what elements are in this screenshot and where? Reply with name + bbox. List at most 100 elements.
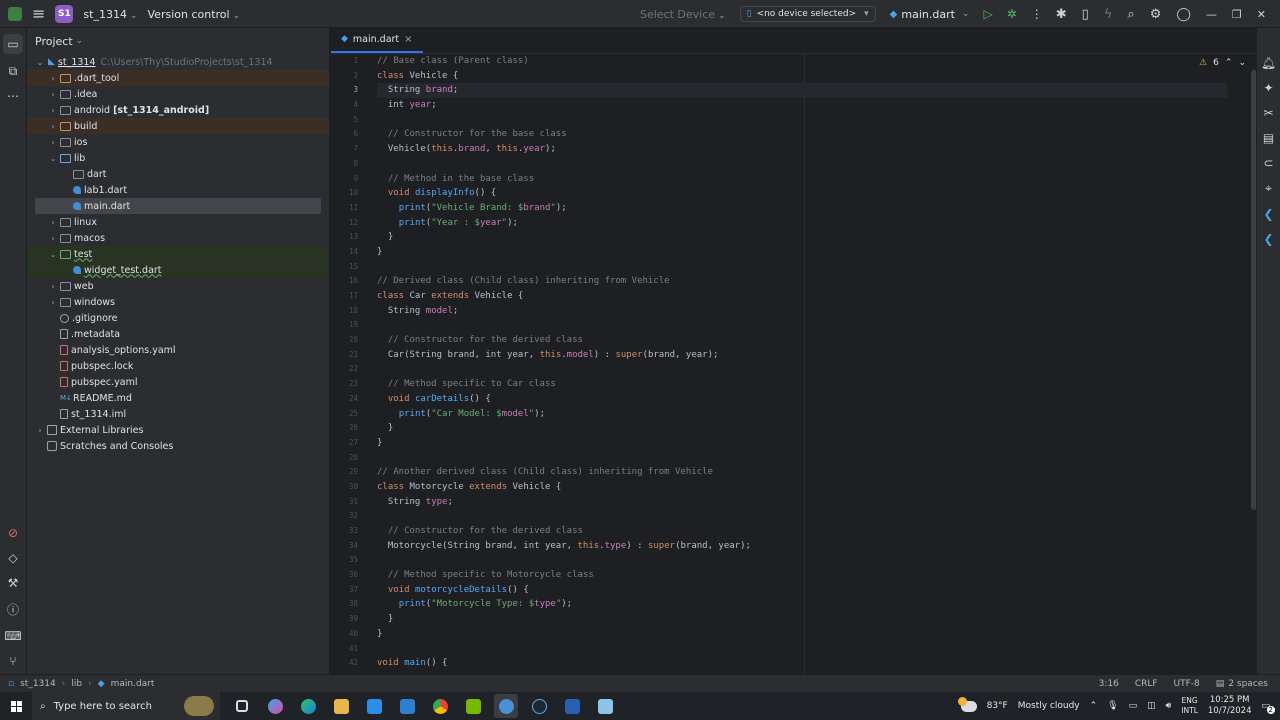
chevron-right-icon[interactable]: › [48, 74, 58, 83]
tree-item-main-dart[interactable]: main.dart [35, 198, 321, 214]
volume-icon[interactable]: 🔊︎ [1166, 701, 1172, 711]
select-device-dropdown[interactable]: Select Device ⌄ [640, 7, 726, 21]
tree-item-idea[interactable]: › .idea [27, 86, 329, 102]
clock[interactable]: 10:25 PM 10/7/2024 [1208, 695, 1252, 717]
tree-item-widget-test[interactable]: widget_test.dart [27, 262, 329, 278]
chevron-down-icon[interactable]: ⌄ [35, 58, 45, 67]
code-line[interactable] [377, 553, 1227, 568]
taskbar-search[interactable]: ⌕ Type here to search [32, 692, 220, 720]
minimize-button[interactable]: — [1206, 8, 1217, 21]
crumb-file[interactable]: main.dart [111, 679, 155, 689]
task-view-icon[interactable] [230, 694, 254, 718]
code-line[interactable]: void motorcycleDetails() { [377, 583, 1227, 598]
tree-item-pubspec-lock[interactable]: pubspec.lock [27, 358, 329, 374]
tree-item-analysis-options[interactable]: analysis_options.yaml [27, 342, 329, 358]
network-icon[interactable]: ◫ [1147, 701, 1156, 711]
project-badge[interactable]: S1 [55, 4, 74, 23]
tree-item-test[interactable]: ⌄ test [27, 246, 329, 262]
debug-icon[interactable]: ✲ [1007, 7, 1017, 21]
tree-item-iml[interactable]: st_1314.iml [27, 406, 329, 422]
code-line[interactable] [377, 362, 1227, 377]
app-icon[interactable] [593, 694, 617, 718]
gemini-icon[interactable]: ✦ [1263, 81, 1273, 95]
crumb-project[interactable]: st_1314 [20, 679, 56, 689]
more-actions-icon[interactable]: ⋮ [1031, 7, 1043, 21]
bug-icon[interactable]: ✱ [1056, 7, 1067, 22]
close-button[interactable]: ✕ [1257, 8, 1266, 21]
code-line[interactable] [377, 642, 1227, 657]
tree-item-metadata[interactable]: .metadata [27, 326, 329, 342]
tree-root[interactable]: ⌄ ◣ st_1314 C:\Users\Thy\StudioProjects\… [27, 54, 329, 70]
close-tab-icon[interactable]: × [404, 34, 412, 45]
mail-icon[interactable] [395, 694, 419, 718]
tree-item-dart-tool[interactable]: › .dart_tool [27, 70, 329, 86]
settings-gear-icon[interactable]: ⚙ [1150, 7, 1162, 22]
copilot-icon[interactable] [263, 694, 287, 718]
more-tools-icon[interactable]: ⋯ [7, 89, 19, 103]
code-line[interactable]: } [377, 436, 1227, 451]
project-tool-icon[interactable]: ▭ [3, 34, 23, 54]
steam-icon[interactable] [527, 694, 551, 718]
code-line[interactable] [377, 260, 1227, 275]
code-line[interactable] [377, 318, 1227, 333]
code-line[interactable]: } [377, 230, 1227, 245]
code-line[interactable]: // Method specific to Car class [377, 377, 1227, 392]
tree-item-ios[interactable]: › ios [27, 134, 329, 150]
code-line[interactable] [377, 157, 1227, 172]
code-line[interactable]: // Method specific to Motorcycle class [377, 568, 1227, 583]
chevron-down-icon[interactable]: ⌄ [48, 250, 58, 259]
problems-tool-icon[interactable]: ⓘ [7, 601, 19, 618]
search-icon[interactable]: ⌕ [1127, 7, 1134, 22]
code-line[interactable]: void displayInfo() { [377, 186, 1227, 201]
weather-temp[interactable]: 83°F [987, 701, 1008, 711]
code-line[interactable] [377, 451, 1227, 466]
chevron-right-icon[interactable]: › [48, 90, 58, 99]
code-line[interactable]: } [377, 421, 1227, 436]
tree-item-readme[interactable]: M↓ README.md [27, 390, 329, 406]
terminal-tool-icon[interactable]: ⌨ [4, 629, 21, 643]
code-line[interactable]: void main() { [377, 656, 1227, 671]
project-switcher[interactable]: st_1314 ⌄ [83, 7, 137, 21]
code-line[interactable] [377, 113, 1227, 128]
code-line[interactable]: class Car extends Vehicle { [377, 289, 1227, 304]
code-line[interactable]: // Constructor for the base class [377, 127, 1227, 142]
code-line[interactable]: int year; [377, 98, 1227, 113]
device-selector[interactable]: ▯ <no device selected> ▾ [739, 6, 876, 22]
vcs-menu[interactable]: Version control ⌄ [148, 7, 241, 21]
main-menu-icon[interactable]: ≡ [32, 4, 45, 23]
code-line[interactable] [377, 509, 1227, 524]
hot-reload-icon[interactable]: ϟ [1104, 7, 1113, 22]
code-area[interactable]: // Base class (Parent class) class Vehicl… [377, 54, 1227, 671]
weather-icon[interactable] [957, 696, 977, 712]
crumb-folder[interactable]: lib [71, 679, 82, 689]
code-line[interactable]: } [377, 627, 1227, 642]
start-button[interactable] [0, 700, 32, 712]
build-tool-icon[interactable]: ⚒ [8, 576, 19, 590]
tab-main-dart[interactable]: ◆ main.dart × [331, 27, 423, 53]
git-tool-icon[interactable]: ⑂ [9, 654, 16, 668]
tree-item-lab1[interactable]: lab1.dart [27, 182, 329, 198]
chevron-up-icon[interactable]: ⌃ [1090, 701, 1098, 711]
code-line[interactable]: // Constructor for the derived class [377, 524, 1227, 539]
code-line[interactable]: } [377, 612, 1227, 627]
chevron-right-icon[interactable]: › [48, 106, 58, 115]
android-studio-taskbar-icon[interactable] [494, 694, 518, 718]
tree-item-android[interactable]: › android [st_1314_android] [27, 102, 329, 118]
microphone-icon[interactable]: 🎙︎ [1107, 701, 1118, 711]
device-mirroring-icon[interactable]: ✂ [1263, 106, 1273, 120]
tree-item-lib[interactable]: ⌄ lib [27, 150, 329, 166]
tree-item-build[interactable]: › build [27, 118, 329, 134]
flutter-outline-icon[interactable]: ❮ [1263, 207, 1273, 221]
layout-inspector-icon[interactable]: ⌖ [1265, 181, 1272, 196]
code-line[interactable]: Vehicle(this.brand, this.year); [377, 142, 1227, 157]
notifications-icon[interactable]: 🔔︎ [1261, 56, 1276, 70]
next-highlight-icon[interactable]: ⌄ [1238, 58, 1246, 68]
chevron-right-icon[interactable]: › [48, 282, 58, 291]
edge-icon[interactable] [296, 694, 320, 718]
tree-item-scratches[interactable]: Scratches and Consoles [27, 438, 329, 454]
microsoft-store-icon[interactable] [362, 694, 386, 718]
run-icon[interactable]: ▷ [983, 7, 992, 21]
chevron-down-icon[interactable]: ⌄ [48, 154, 58, 163]
chevron-right-icon[interactable]: › [48, 122, 58, 131]
maximize-button[interactable]: ❐ [1232, 8, 1242, 21]
